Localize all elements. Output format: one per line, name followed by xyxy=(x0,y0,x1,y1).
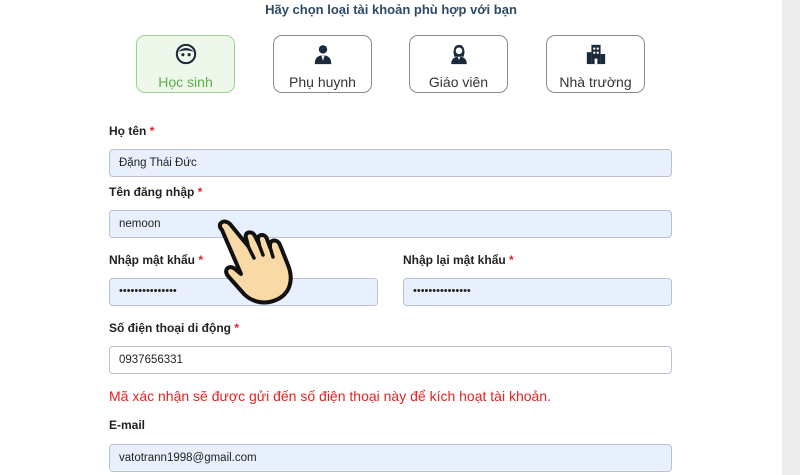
account-type-label: Học sinh xyxy=(158,74,213,90)
email-label: E-mail xyxy=(109,418,145,432)
email-field[interactable]: vatotrann1998@gmail.com xyxy=(109,444,672,472)
password-label-text: Nhập mật khẩu xyxy=(109,253,196,267)
registration-panel: Hãy chọn loại tài khoản phù hợp với bạn … xyxy=(0,0,782,475)
required-mark: * xyxy=(197,185,203,199)
teacher-icon xyxy=(450,44,467,65)
phone-label-text: Số điện thoại di động xyxy=(109,321,231,335)
required-mark: * xyxy=(234,321,240,335)
full-name-label: Họ tên * xyxy=(109,124,154,138)
parent-icon xyxy=(314,45,331,65)
required-mark: * xyxy=(509,253,514,267)
phone-field[interactable]: 0937656331 xyxy=(109,346,672,374)
password-label: Nhập mật khẩu * xyxy=(109,253,203,267)
email-label-text: E-mail xyxy=(109,418,146,432)
student-icon xyxy=(175,43,196,65)
account-type-label: Giáo viên xyxy=(428,74,489,90)
username-label: Tên đăng nhập * xyxy=(109,185,202,199)
confirm-password-label: Nhập lại mật khẩu * xyxy=(403,253,514,267)
username-label-text: Tên đăng nhập xyxy=(109,185,195,199)
required-mark: * xyxy=(198,253,204,267)
page-gutter xyxy=(782,0,800,475)
account-type-label: Nhà trường xyxy=(559,74,632,90)
school-icon xyxy=(586,44,605,65)
pointing-hand-icon xyxy=(217,219,293,305)
account-type-heading: Hãy chọn loại tài khoản phù hợp với bạn xyxy=(265,2,517,17)
confirm-password-field[interactable]: ••••••••••••••• xyxy=(403,278,672,306)
account-type-label: Phụ huynh xyxy=(289,74,356,90)
phone-label: Số điện thoại di động * xyxy=(109,321,239,335)
account-type-student[interactable]: Học sinh xyxy=(136,35,235,93)
full-name-field[interactable]: Đặng Thái Đức xyxy=(109,149,672,177)
username-field[interactable]: nemoon xyxy=(109,210,672,238)
account-type-parent[interactable]: Phụ huynh xyxy=(273,35,372,93)
full-name-label-text: Họ tên xyxy=(109,124,147,138)
account-type-teacher[interactable]: Giáo viên xyxy=(409,35,508,93)
confirm-password-label-text: Nhập lại mật khẩu xyxy=(403,253,506,267)
required-mark: * xyxy=(149,124,155,138)
phone-verification-notice: Mã xác nhận sẽ được gửi đến số điện thoạ… xyxy=(109,388,551,404)
account-type-school[interactable]: Nhà trường xyxy=(546,35,645,93)
